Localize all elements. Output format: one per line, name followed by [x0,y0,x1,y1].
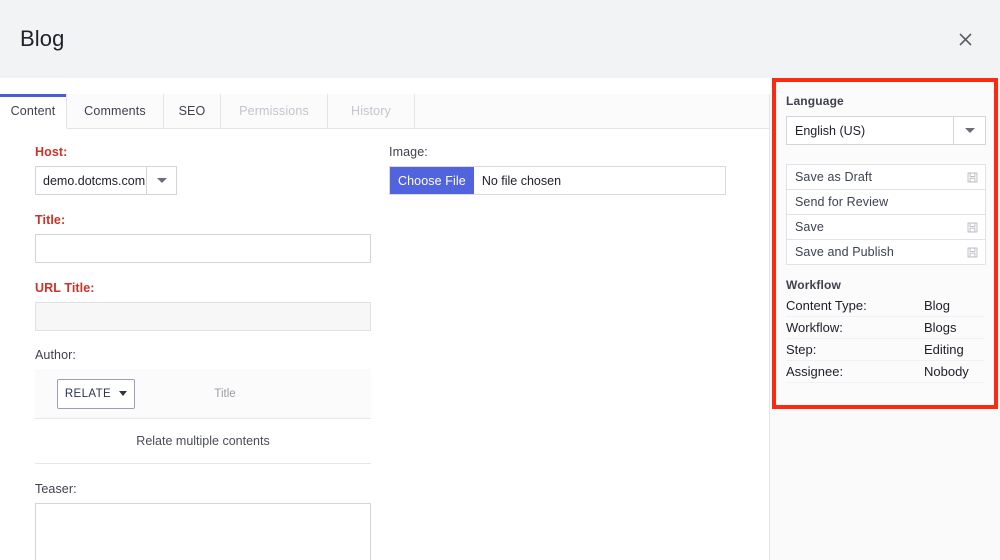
action-label: Save and Publish [795,245,894,259]
workflow-row-step: Step: Editing [786,339,984,361]
action-save-and-publish[interactable]: Save and Publish [787,240,985,265]
field-image: Image: Choose File No file chosen [389,145,726,195]
save-icon [967,222,978,232]
highlight-annotation-box: Language English (US) Save as Draft Send… [772,78,998,409]
tab-content[interactable]: Content [0,94,67,129]
tab-permissions: Permissions [221,94,328,129]
host-value: demo.dotcms.com [43,173,146,188]
tab-label: Content [10,104,56,118]
language-value: English (US) [795,123,866,138]
language-select[interactable]: English (US) [786,116,986,145]
close-icon[interactable] [950,24,980,54]
form-column-right: Image: Choose File No file chosen [389,145,726,195]
dialog-header: Blog [0,0,1000,78]
relate-button-label: RELATE [64,387,112,400]
host-select[interactable]: demo.dotcms.com [35,166,177,195]
save-icon [967,172,978,182]
title-label: Title: [35,213,66,227]
title-input[interactable] [35,234,371,263]
author-label: Author: [35,348,77,362]
tab-history: History [328,94,415,129]
tab-label: Permissions [239,104,309,118]
content-editor-dialog: Blog Content Comments SEO Permissions Hi… [0,0,1000,560]
choose-file-button[interactable]: Choose File [390,167,474,194]
action-save-as-draft[interactable]: Save as Draft [787,165,985,190]
workflow-value: Blog [924,298,951,313]
field-host: Host: demo.dotcms.com [35,145,371,195]
language-section-title: Language [786,94,844,108]
tab-label: SEO [178,104,206,118]
tabs-filler [415,94,772,129]
relate-toolbar: RELATE Title [35,369,371,419]
workflow-row-assignee: Assignee: Nobody [786,361,984,383]
chevron-down-icon [119,391,128,396]
field-teaser: Teaser: [35,482,371,560]
url-title-label: URL Title: [35,281,95,295]
action-save[interactable]: Save [787,215,985,240]
field-url-title: URL Title: [35,281,371,331]
tab-label: History [351,104,391,118]
author-relate-widget: RELATE Title Relate multiple contents [35,369,371,464]
teaser-label: Teaser: [35,482,77,496]
chevron-down-icon [146,167,176,194]
tab-comments[interactable]: Comments [67,94,164,129]
workflow-value: Blogs [924,320,957,335]
field-title: Title: [35,213,371,263]
image-label: Image: [389,145,428,159]
field-author: Author: RELATE Title Relate multiple con… [35,348,371,464]
workflow-actions-list: Save as Draft Send for Review Save Save … [786,164,986,265]
workflow-key: Content Type: [786,298,867,313]
workflow-row-content-type: Content Type: Blog [786,295,984,317]
workflow-section-title: Workflow [786,278,841,292]
form-column-left: Host: demo.dotcms.com Title: URL Title: … [35,145,371,560]
workflow-value: Nobody [924,364,969,379]
teaser-textarea[interactable] [35,503,371,560]
relate-button[interactable]: RELATE [57,378,135,409]
image-file-input[interactable]: Choose File No file chosen [389,166,726,195]
workflow-row-workflow: Workflow: Blogs [786,317,984,339]
relate-column-title: Title [214,387,236,400]
url-title-input[interactable] [35,302,371,331]
sidebar-inner: Language English (US) Save as Draft Send… [776,82,994,405]
page-title: Blog [20,26,65,51]
workflow-value: Editing [924,342,964,357]
save-icon [967,247,978,257]
chevron-down-icon [953,117,985,144]
action-label: Save as Draft [795,170,873,184]
workflow-key: Step: [786,342,817,357]
content-form: Host: demo.dotcms.com Title: URL Title: … [0,129,769,560]
workflow-key: Assignee: [786,364,844,379]
editor-tabs: Content Comments SEO Permissions History [0,94,772,129]
action-send-for-review[interactable]: Send for Review [787,190,985,215]
action-label: Send for Review [795,195,889,209]
tab-seo[interactable]: SEO [164,94,221,129]
workflow-key: Workflow: [786,320,843,335]
action-label: Save [795,220,824,234]
relate-empty-message: Relate multiple contents [35,419,371,464]
tab-label: Comments [84,104,146,118]
host-label: Host: [35,145,68,159]
file-status-text: No file chosen [481,173,562,188]
